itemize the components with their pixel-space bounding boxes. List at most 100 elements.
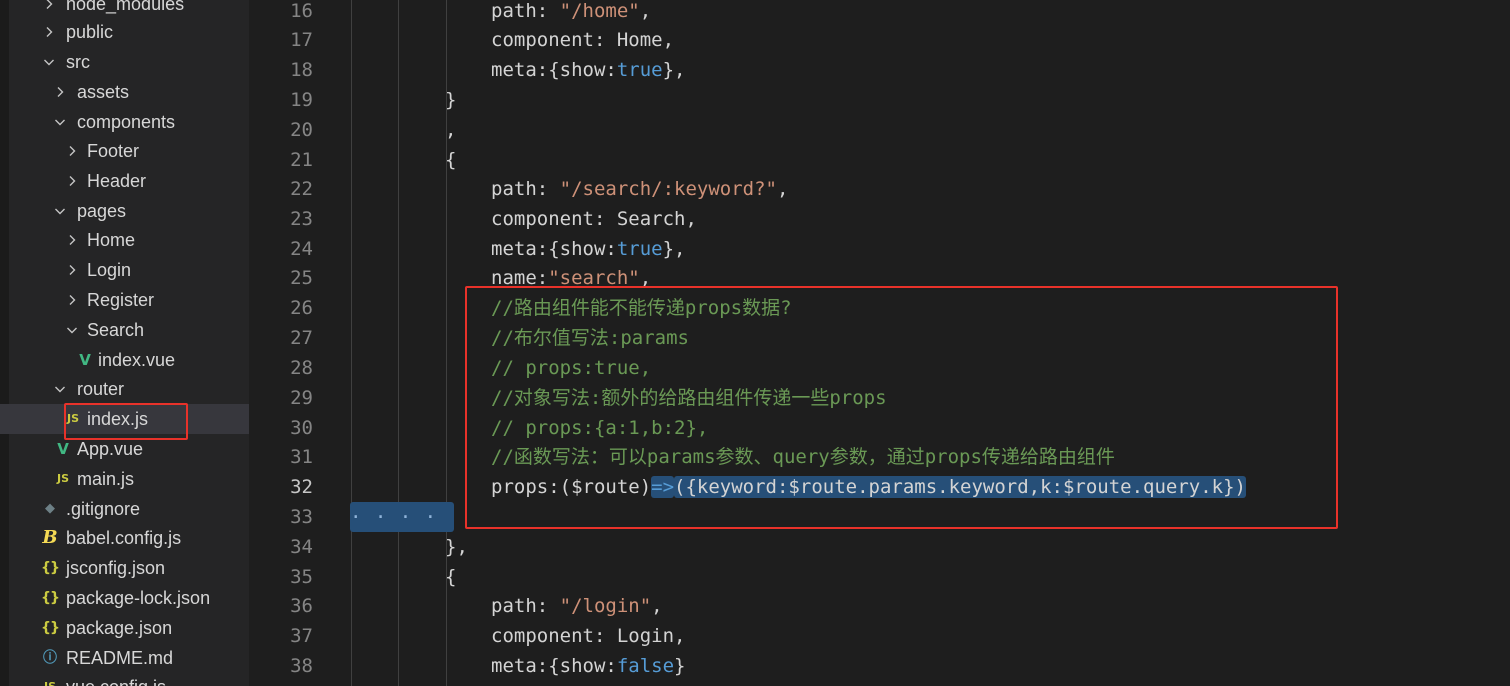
code-token: path: xyxy=(491,0,560,22)
code-token: { xyxy=(445,566,457,588)
folder-item-public[interactable]: public xyxy=(0,17,249,47)
tree-item-label: Search xyxy=(87,320,145,340)
code-token: path: xyxy=(491,595,560,617)
folder-item-components[interactable]: components xyxy=(0,107,249,137)
code-text: path: "/login", xyxy=(491,591,663,621)
line-number: 28 xyxy=(290,357,313,379)
folder-item-src[interactable]: src xyxy=(0,47,249,77)
code-string: "/home" xyxy=(559,0,640,22)
code-string: "/login" xyxy=(559,595,652,617)
chevron-down-icon[interactable] xyxy=(41,47,57,77)
code-line[interactable]: 24 meta:{show:true}, xyxy=(249,234,1510,264)
chevron-down-icon[interactable] xyxy=(52,196,68,226)
file-item-package-lock-json[interactable]: {} package-lock.json xyxy=(0,583,249,613)
line-number: 23 xyxy=(290,208,313,230)
code-token: component: Home, xyxy=(491,29,675,51)
js-icon: JS xyxy=(40,672,60,686)
folder-item-assets[interactable]: assets xyxy=(0,77,249,107)
code-line[interactable]: 18 meta:{show:true}, xyxy=(249,55,1510,85)
chevron-right-icon[interactable] xyxy=(64,255,80,285)
folder-item-search[interactable]: Search xyxy=(0,315,249,345)
code-keyword: true xyxy=(616,238,663,260)
git-icon: ◆ xyxy=(45,501,55,516)
code-text: path: "/home", xyxy=(491,0,651,26)
tree-item-label: main.js xyxy=(77,469,135,489)
code-token: meta:{show: xyxy=(491,655,617,677)
chevron-right-icon[interactable] xyxy=(41,17,57,47)
code-line[interactable]: 16 path: "/home", xyxy=(249,0,1510,26)
code-line[interactable]: 23 component: Search, xyxy=(249,204,1510,234)
tree-item-label: package-lock.json xyxy=(66,588,211,608)
info-icon: ⓘ xyxy=(43,650,57,666)
folder-item-register[interactable]: Register xyxy=(0,285,249,315)
js-icon: JS xyxy=(56,472,69,485)
chevron-right-icon[interactable] xyxy=(64,166,80,196)
chevron-right-icon[interactable] xyxy=(64,225,80,255)
file-item-babel-config-js[interactable]: Bbabel.config.js xyxy=(0,523,249,553)
annotation-box-props-code xyxy=(465,286,1338,529)
code-line[interactable]: 34}, xyxy=(249,532,1510,562)
line-number: 37 xyxy=(290,625,313,647)
code-text: path: "/search/:keyword?", xyxy=(491,174,788,204)
code-token: }, xyxy=(662,59,686,81)
tree-item-label: src xyxy=(66,52,90,72)
folder-item-login[interactable]: Login xyxy=(0,255,249,285)
code-line[interactable]: 17 component: Home, xyxy=(249,25,1510,55)
chevron-right-icon[interactable] xyxy=(52,77,68,107)
code-token: component: Search, xyxy=(491,208,697,230)
code-line[interactable]: 35 { xyxy=(249,562,1510,592)
line-number: 16 xyxy=(290,0,313,22)
code-token: , xyxy=(445,119,457,141)
file-item-readme-md[interactable]: ⓘ README.md xyxy=(0,643,249,673)
code-text: { xyxy=(445,145,456,175)
line-number: 34 xyxy=(290,536,313,558)
tree-item-label: components xyxy=(77,112,176,132)
chevron-down-icon[interactable] xyxy=(64,315,80,345)
chevron-right-icon[interactable] xyxy=(64,285,80,315)
line-number: 18 xyxy=(290,59,313,81)
folder-item-header[interactable]: Header xyxy=(0,166,249,196)
chevron-right-icon[interactable] xyxy=(64,136,80,166)
code-keyword: false xyxy=(616,655,675,677)
tree-item-label: Home xyxy=(87,230,136,250)
tree-item-label: .gitignore xyxy=(66,499,141,519)
code-line[interactable]: 36 path: "/login", xyxy=(249,591,1510,621)
code-line[interactable]: 19} xyxy=(249,85,1510,115)
line-number: 36 xyxy=(290,595,313,617)
file-item-index-vue[interactable]: Vindex.vue xyxy=(0,345,249,375)
code-text: component: Search, xyxy=(491,204,697,234)
chevron-down-icon[interactable] xyxy=(52,107,68,137)
file-item-package-json[interactable]: {} package.json xyxy=(0,613,249,643)
folder-item-router[interactable]: router xyxy=(0,374,249,404)
code-token: meta:{show: xyxy=(491,238,617,260)
code-line[interactable]: 37 component: Login, xyxy=(249,621,1510,651)
folder-item-footer[interactable]: Footer xyxy=(0,136,249,166)
line-number: 25 xyxy=(290,267,313,289)
code-line[interactable]: 21 { xyxy=(249,145,1510,175)
line-number: 19 xyxy=(290,89,313,111)
line-number: 24 xyxy=(290,238,313,260)
tree-item-label: babel.config.js xyxy=(66,528,182,548)
line-number: 29 xyxy=(290,387,313,409)
line-number: 27 xyxy=(290,327,313,349)
line-number: 22 xyxy=(290,178,313,200)
tree-item-label: pages xyxy=(77,201,127,221)
folder-item-home[interactable]: Home xyxy=(0,225,249,255)
code-line[interactable]: 22 path: "/search/:keyword?", xyxy=(249,174,1510,204)
code-text: }, xyxy=(445,532,468,562)
line-number: 35 xyxy=(290,566,313,588)
code-text: meta:{show:false} xyxy=(491,651,686,681)
file-item-jsconfig-json[interactable]: {} jsconfig.json xyxy=(0,553,249,583)
file-item-main-js[interactable]: JS main.js xyxy=(0,464,249,494)
file-item-gitignore[interactable]: ◆ .gitignore xyxy=(0,494,249,524)
file-item-vue-config-js[interactable]: JS vue.config.js xyxy=(0,672,249,686)
tree-item-label: public xyxy=(66,22,114,42)
folder-item-pages[interactable]: pages xyxy=(0,196,249,226)
code-token: } xyxy=(674,655,686,677)
line-number: 31 xyxy=(290,446,313,468)
chevron-down-icon[interactable] xyxy=(52,374,68,404)
code-text: component: Login, xyxy=(491,621,685,651)
line-number: 17 xyxy=(290,29,313,51)
code-line[interactable]: 20, xyxy=(249,115,1510,145)
code-line[interactable]: 38 meta:{show:false} xyxy=(249,651,1510,681)
